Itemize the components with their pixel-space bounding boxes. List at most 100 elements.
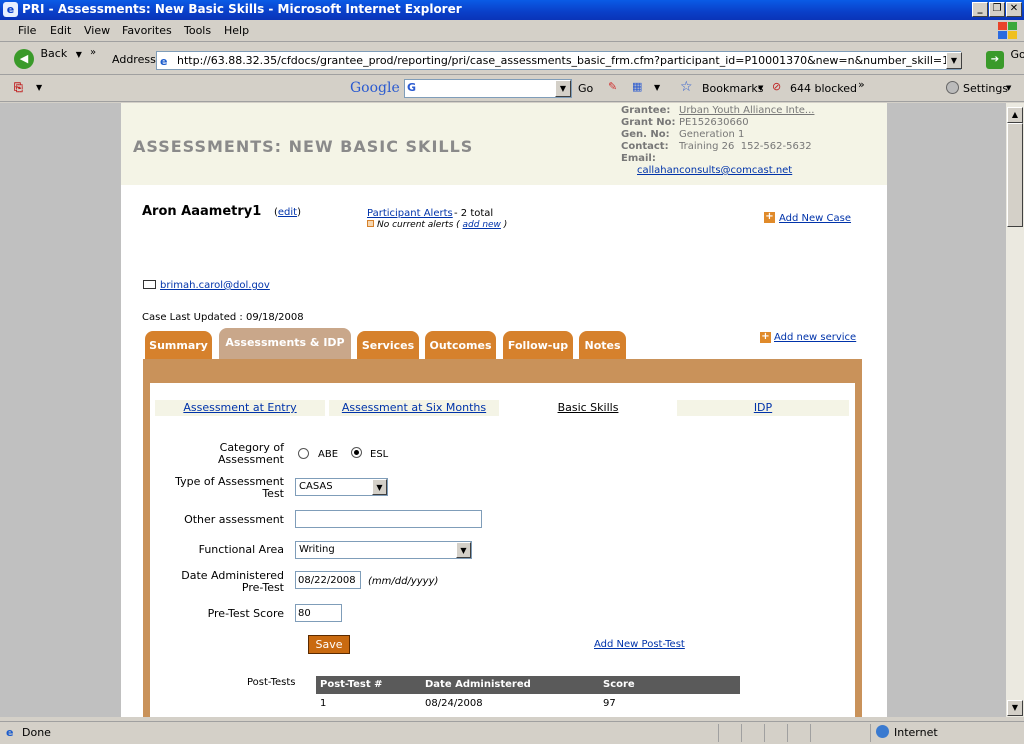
chevron-down-icon[interactable]: ▼ (372, 479, 387, 495)
toolbar-overflow-icon[interactable]: » (90, 47, 96, 58)
star-icon[interactable]: ☆ (680, 79, 693, 95)
scroll-down-icon[interactable]: ▼ (1007, 700, 1023, 716)
tab-summary[interactable]: Summary (145, 331, 212, 359)
menu-tools[interactable]: Tools (184, 24, 211, 37)
chevron-down-icon[interactable]: ▼ (1006, 84, 1011, 92)
settings-icon[interactable] (946, 81, 959, 94)
post-tests-header: Post-Test # Date Administered Score (316, 676, 740, 694)
status-divider (764, 724, 765, 742)
other-assessment-input[interactable] (295, 510, 482, 528)
tab-follow-up[interactable]: Follow-up (503, 331, 573, 359)
menu-favorites[interactable]: Favorites (122, 24, 172, 37)
radio-abe[interactable] (298, 448, 309, 459)
chevron-down-icon[interactable]: ▼ (654, 83, 660, 92)
maximize-button[interactable]: ❐ (989, 2, 1005, 17)
subtab-idp[interactable]: IDP (677, 400, 849, 416)
functional-area-select[interactable]: Writing ▼ (295, 541, 472, 559)
alerts-total: - 2 total (454, 208, 494, 219)
grantee-value[interactable]: Urban Youth Alliance Inte... (679, 105, 814, 116)
page-done-icon: e (6, 726, 14, 739)
status-text: Done (22, 726, 51, 739)
menu-edit[interactable]: Edit (50, 24, 71, 37)
windows-logo-icon (996, 21, 1018, 40)
chevron-down-icon: ▼ (75, 50, 82, 59)
edit-link-wrap: (edit) (274, 207, 302, 218)
go-button[interactable]: ➔ Go (986, 48, 1024, 69)
menu-file[interactable]: File (18, 24, 36, 37)
date-administered-label: Date Administered Pre-Test (181, 569, 284, 594)
status-bar: e Done Internet (0, 721, 1024, 744)
add-alert-link[interactable]: add new (463, 220, 501, 230)
pagerank-icon[interactable]: ▦ (632, 80, 642, 93)
column-header: Date Administered (425, 679, 531, 690)
test-type-label: Type of Assessment Test (175, 475, 284, 500)
chevron-down-icon[interactable]: ▼ (456, 542, 471, 558)
subtab-basic-skills[interactable]: Basic Skills (503, 400, 673, 416)
search-dropdown-button[interactable]: ▼ (555, 80, 571, 97)
save-button[interactable]: Save (308, 635, 350, 654)
google-search-input[interactable]: G ▼ (404, 79, 572, 98)
status-divider (810, 724, 811, 742)
add-case-icon[interactable]: + (764, 212, 775, 223)
popup-blocker-icon: ⊘ (772, 80, 782, 93)
settings-button[interactable]: Settings (963, 82, 1008, 95)
add-service-icon[interactable]: + (760, 332, 771, 343)
vertical-scrollbar[interactable]: ▲ ▼ (1006, 103, 1024, 717)
google-logo: Google (350, 80, 400, 96)
radio-esl[interactable] (351, 447, 362, 458)
radio-abe-label: ABE (318, 449, 339, 460)
close-button[interactable]: ✕ (1006, 2, 1022, 17)
participant-email-link[interactable]: brimah.carol@dol.gov (160, 280, 270, 291)
security-zone: Internet (894, 726, 938, 739)
case-last-updated: Case Last Updated : 09/18/2008 (142, 312, 304, 323)
gen-no-label: Gen. No: (621, 129, 670, 140)
column-header: Score (603, 679, 635, 690)
add-new-case-link[interactable]: Add New Case (779, 213, 851, 224)
menu-help[interactable]: Help (224, 24, 249, 37)
page-title: ASSESSMENTS: NEW BASIC SKILLS (133, 137, 474, 156)
test-type-select[interactable]: CASAS ▼ (295, 478, 388, 496)
contact-value: Training 26 152-562-5632 (679, 141, 812, 152)
participant-alerts-link[interactable]: Participant Alerts (367, 208, 453, 219)
functional-area-label: Functional Area (198, 543, 284, 556)
scroll-thumb[interactable] (1007, 123, 1023, 227)
subtab-assessment-six-months[interactable]: Assessment at Six Months (329, 400, 499, 416)
address-input[interactable]: e http://63.88.32.35/cfdocs/grantee_prod… (156, 51, 961, 70)
chevron-down-icon[interactable]: ▼ (36, 83, 42, 92)
go-arrow-icon: ➔ (986, 51, 1004, 69)
status-divider (870, 724, 871, 742)
scroll-up-icon[interactable]: ▲ (1007, 107, 1023, 123)
table-cell: 1 (320, 698, 327, 709)
pre-test-score-input[interactable] (295, 604, 342, 622)
toolbar-overflow-icon[interactable]: » (858, 78, 865, 91)
add-new-post-test-link[interactable]: Add New Post-Test (594, 639, 685, 650)
tab-services[interactable]: Services (357, 331, 419, 359)
menu-view[interactable]: View (84, 24, 110, 37)
bookmarks-button[interactable]: Bookmarks (702, 82, 763, 95)
tab-notes[interactable]: Notes (579, 331, 626, 359)
other-assessment-label: Other assessment (184, 513, 284, 526)
tab-assessments-idp[interactable]: Assessments & IDP (219, 328, 351, 359)
alert-bullet-icon (367, 220, 374, 227)
back-button[interactable]: ◀ Back ▼ (14, 47, 82, 69)
tab-outcomes[interactable]: Outcomes (425, 331, 496, 359)
address-dropdown-button[interactable]: ▼ (946, 52, 962, 69)
chevron-down-icon[interactable]: ▼ (758, 84, 763, 92)
minimize-button[interactable]: _ (972, 2, 988, 17)
status-divider (741, 724, 742, 742)
window-title-bar: e PRI - Assessments: New Basic Skills - … (0, 0, 1024, 20)
edit-link[interactable]: edit (278, 207, 297, 218)
pdf-icon[interactable]: ⎘ (14, 81, 23, 95)
table-row: 1 08/24/2008 97 (316, 696, 740, 712)
back-arrow-icon: ◀ (14, 49, 34, 69)
contact-email-link[interactable]: callahanconsults@comcast.net (637, 165, 792, 176)
popup-blocked-count[interactable]: 644 blocked (790, 82, 857, 95)
ie-app-icon: e (3, 2, 18, 17)
gen-no-value: Generation 1 (679, 129, 745, 140)
google-go-button[interactable]: Go (578, 82, 593, 95)
category-label: Category of Assessment (218, 441, 284, 466)
subtab-assessment-entry[interactable]: Assessment at Entry (155, 400, 325, 416)
date-administered-input[interactable] (295, 571, 361, 589)
add-new-service-link[interactable]: Add new service (774, 332, 856, 343)
highlight-icon[interactable]: ✎ (608, 80, 617, 93)
